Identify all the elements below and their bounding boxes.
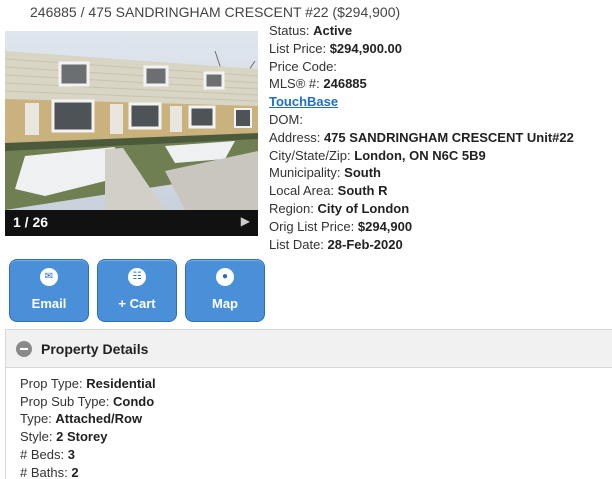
photo-navigation-bar: 1 / 26 ▶ <box>5 210 258 236</box>
city-row: City/State/Zip: London, ON N6C 5B9 <box>269 147 486 163</box>
list-price-value: $294,900.00 <box>329 40 402 56</box>
status-value: Active <box>313 23 353 38</box>
listing-photo[interactable]: 1 / 26 ▶ <box>5 31 258 236</box>
list-date-row: List Date: 28-Feb-2020 <box>269 236 403 252</box>
orig-price-row: Orig List Price: $294,900 <box>269 218 413 234</box>
property-details-header[interactable]: Property Details <box>6 330 612 368</box>
price-code-row: Price Code: <box>269 58 337 74</box>
prop-sub-type-row: Prop Sub Type: Condo <box>20 393 155 409</box>
page-title: 246885 / 475 SANDRINGHAM CRESCENT #22 ($… <box>30 4 401 20</box>
region-value: City of London <box>317 200 410 216</box>
map-button-label: Map <box>212 296 238 311</box>
touchbase-link[interactable]: TouchBase <box>269 94 338 109</box>
property-details-heading: Property Details <box>41 341 149 357</box>
cart-icon: ☷ <box>128 268 146 286</box>
collapse-icon[interactable] <box>16 341 32 357</box>
property-details-body: Prop Type: Residential Prop Sub Type: Co… <box>20 375 156 479</box>
house-photo <box>5 31 258 210</box>
dom-row: DOM: <box>269 111 303 127</box>
listing-summary: Status: Active List Price: $294,900.00 P… <box>269 22 574 253</box>
beds-row: # Beds: 3 <box>20 446 75 462</box>
add-to-cart-button[interactable]: ☷ + Cart <box>97 259 177 322</box>
region-row: Region: City of London <box>269 200 410 216</box>
style-row: Style: 2 Storey <box>20 429 108 445</box>
list-price-row: List Price: $294,900.00 <box>269 40 402 56</box>
photo-counter: 1 / 26 <box>13 214 49 230</box>
address-row: Address: 475 SANDRINGHAM CRESCENT Unit#2… <box>269 129 574 145</box>
chevron-right-icon[interactable]: ▶ <box>241 214 250 228</box>
type-row: Type: Attached/Row <box>20 411 143 427</box>
email-button-label: Email <box>31 296 67 311</box>
email-button[interactable]: ✉ Email <box>9 259 89 322</box>
municipality-value: South <box>344 165 381 181</box>
property-details-panel: Property Details Prop Type: Residential … <box>5 329 612 479</box>
city-value: London, ON N6C 5B9 <box>354 147 486 163</box>
envelope-icon: ✉ <box>40 268 58 286</box>
map-button[interactable]: ● Map <box>185 259 265 322</box>
cart-button-label: + Cart <box>118 296 156 311</box>
orig-price-value: $294,900 <box>357 218 413 234</box>
globe-icon: ● <box>216 268 234 286</box>
mls-row: MLS® #: 246885 <box>269 76 367 92</box>
list-date-value: 28-Feb-2020 <box>327 236 403 252</box>
local-area-value: South R <box>337 183 388 199</box>
municipality-row: Municipality: South <box>269 165 381 181</box>
touchbase-row: TouchBase <box>269 93 574 111</box>
mls-value: 246885 <box>323 76 367 92</box>
status-row: Status: Active <box>269 23 353 38</box>
prop-type-row: Prop Type: Residential <box>20 376 156 391</box>
baths-row: # Baths: 2 <box>20 464 79 479</box>
address-value: 475 SANDRINGHAM CRESCENT Unit#22 <box>323 129 574 145</box>
local-area-row: Local Area: South R <box>269 183 388 199</box>
